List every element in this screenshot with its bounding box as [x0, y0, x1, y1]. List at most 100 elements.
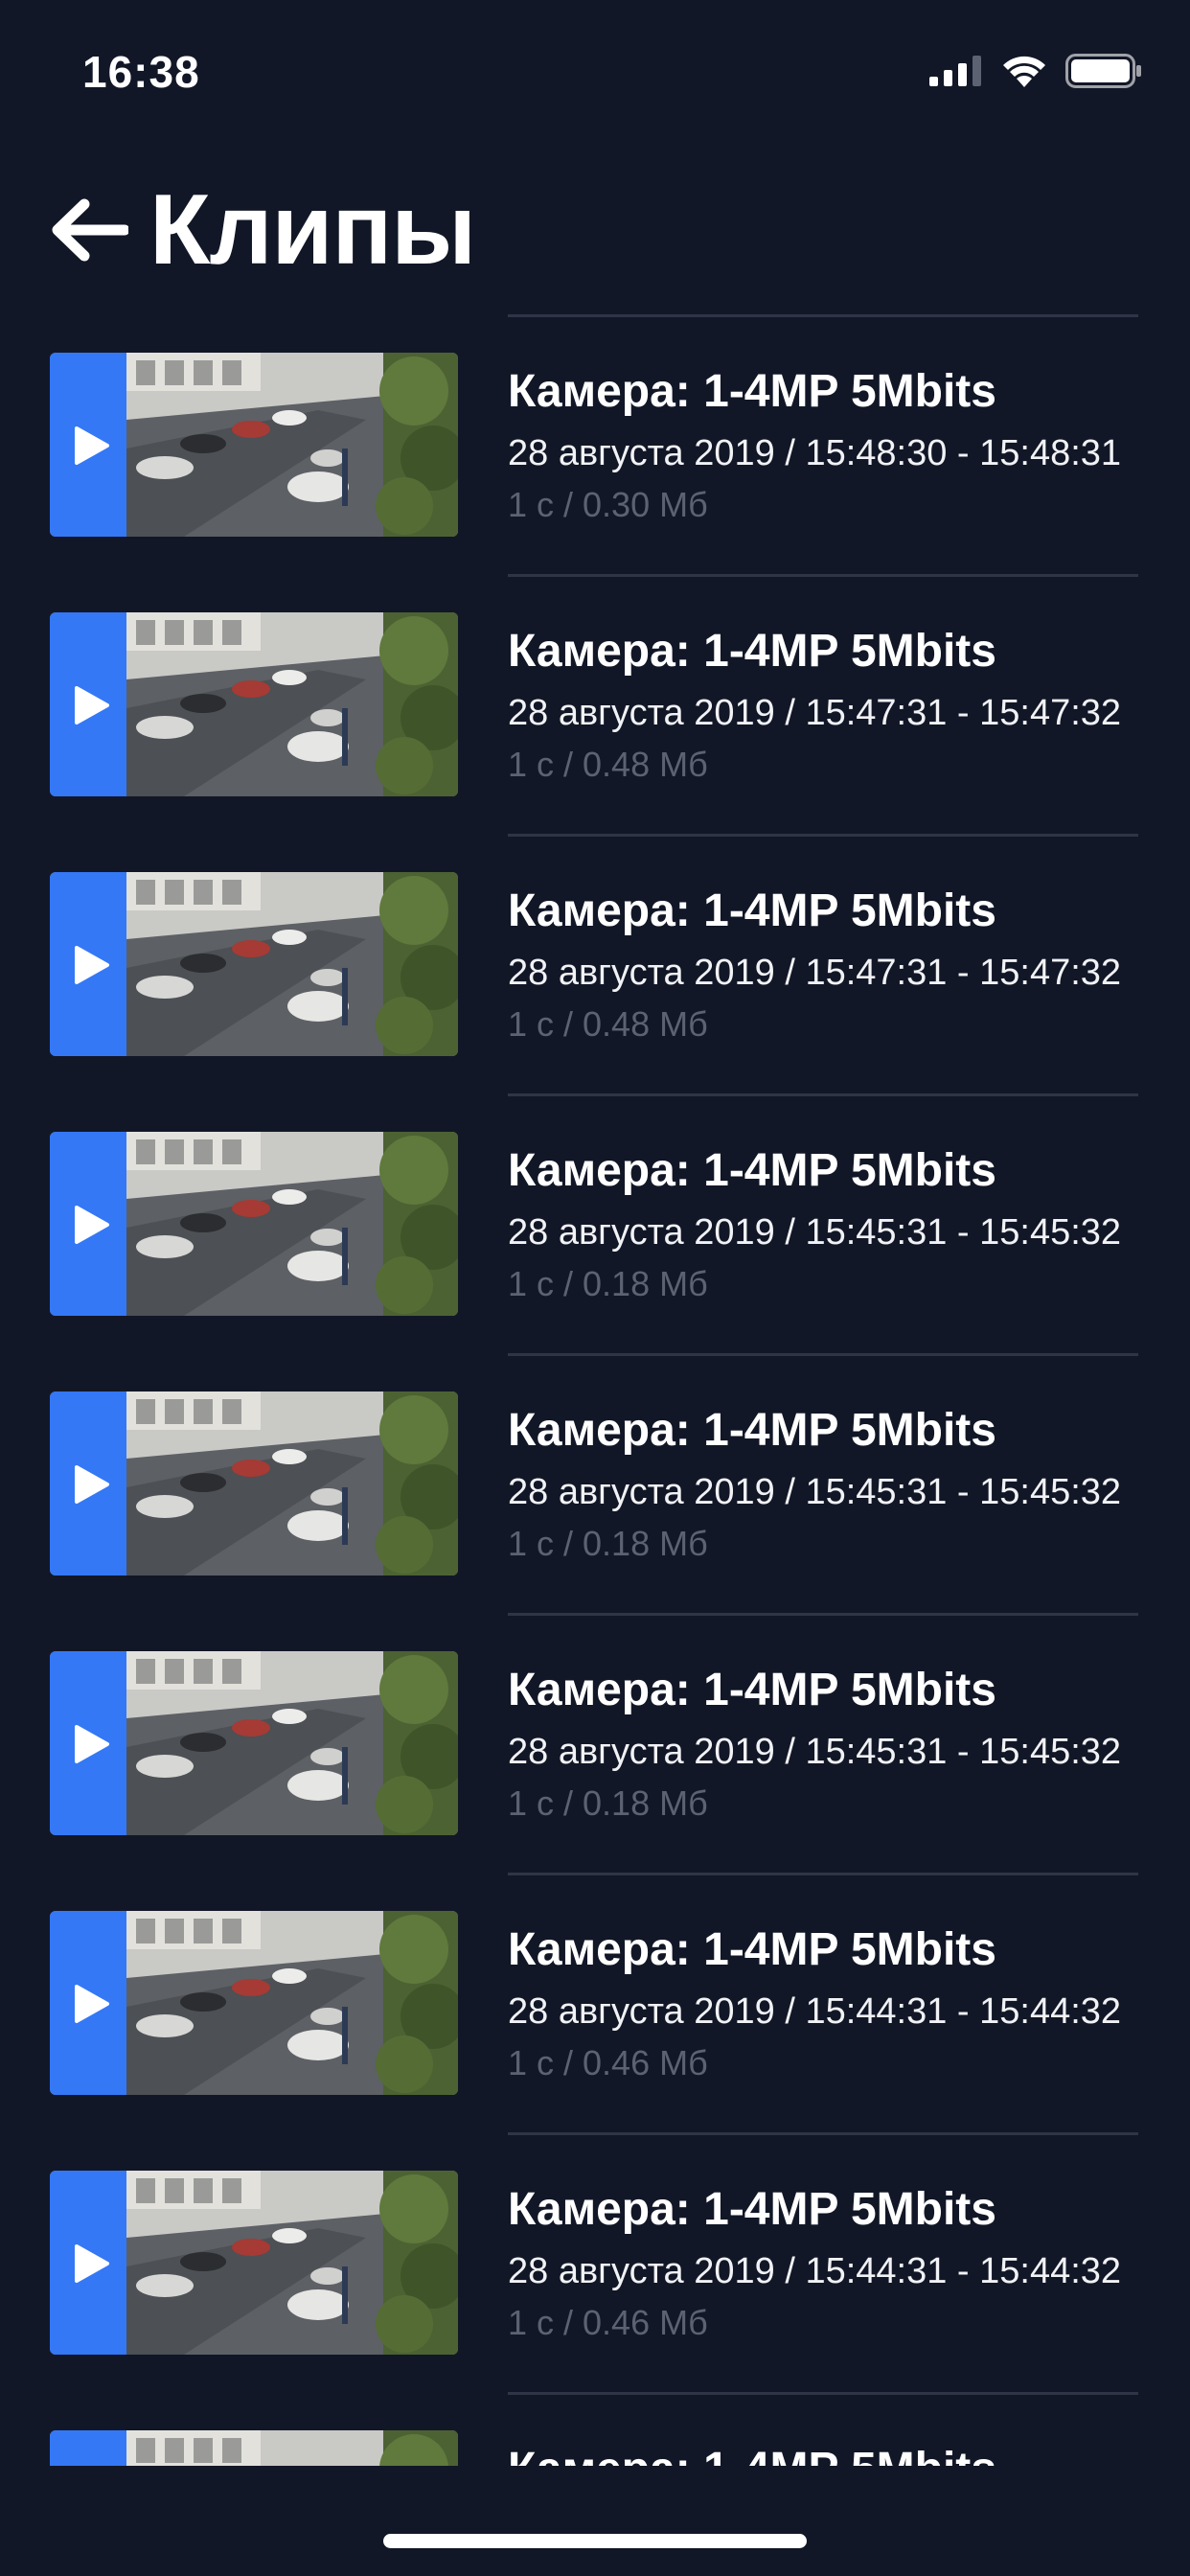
clip-row[interactable]: Камера: 1-4MP 5Mbits 28 августа 2019 / 1… — [0, 1873, 1190, 2132]
camera-snapshot — [126, 353, 458, 537]
clip-row[interactable]: Камера: 1-4MP 5Mbits — [0, 2392, 1190, 2466]
clip-list[interactable]: Камера: 1-4MP 5Mbits 28 августа 2019 / 1… — [0, 314, 1190, 2466]
camera-snapshot — [126, 1911, 458, 2095]
row-divider — [508, 1093, 1138, 1096]
play-icon — [75, 2244, 109, 2283]
clip-camera-name: Камера: 1-4MP 5Mbits — [508, 2184, 996, 2235]
clip-camera-name: Камера: 1-4MP 5Mbits — [508, 1145, 996, 1196]
play-icon — [75, 426, 109, 465]
play-button[interactable] — [50, 612, 126, 796]
camera-snapshot — [126, 1392, 458, 1576]
status-bar: 16:38 — [0, 0, 1190, 144]
play-icon — [75, 1725, 109, 1763]
play-button[interactable] — [50, 872, 126, 1056]
clip-duration-size: 1 с / 0.48 Мб — [508, 745, 708, 784]
clip-duration-size: 1 с / 0.18 Мб — [508, 1783, 708, 1823]
clip-info: Камера: 1-4MP 5Mbits — [508, 2442, 1152, 2466]
clip-datetime: 28 августа 2019 / 15:44:31 - 15:44:32 — [508, 2251, 1122, 2291]
clip-info: Камера: 1-4MP 5Mbits 28 августа 2019 / 1… — [508, 364, 1152, 527]
status-icons — [929, 54, 1142, 88]
row-divider — [508, 1353, 1138, 1356]
clip-camera-name: Камера: 1-4MP 5Mbits — [508, 1924, 996, 1975]
play-button[interactable] — [50, 1651, 126, 1835]
arrow-left-icon — [52, 198, 128, 262]
row-divider — [508, 1613, 1138, 1616]
row-divider — [508, 574, 1138, 577]
row-divider — [508, 2392, 1138, 2395]
wifi-icon — [1003, 56, 1045, 87]
play-icon — [75, 946, 109, 984]
camera-snapshot — [126, 1132, 458, 1316]
clip-row[interactable]: Камера: 1-4MP 5Mbits 28 августа 2019 / 1… — [0, 834, 1190, 1093]
camera-snapshot — [126, 612, 458, 796]
row-divider — [508, 834, 1138, 837]
camera-snapshot — [126, 2171, 458, 2355]
clip-thumbnail[interactable] — [50, 612, 458, 796]
clip-camera-name: Камера: 1-4MP 5Mbits — [508, 2442, 1152, 2466]
play-icon — [75, 686, 109, 724]
play-icon — [75, 1465, 109, 1504]
clip-thumbnail[interactable] — [50, 1392, 458, 1576]
row-divider — [508, 314, 1138, 317]
clip-info: Камера: 1-4MP 5Mbits 28 августа 2019 / 1… — [508, 1143, 1152, 1306]
row-divider — [508, 1873, 1138, 1875]
play-button[interactable] — [50, 1911, 126, 2095]
clip-duration-size: 1 с / 0.18 Мб — [508, 1264, 708, 1303]
clip-thumbnail[interactable] — [50, 1132, 458, 1316]
clip-camera-name: Камера: 1-4MP 5Mbits — [508, 1665, 996, 1715]
clip-datetime: 28 августа 2019 / 15:45:31 - 15:45:32 — [508, 1732, 1122, 1772]
clip-info: Камера: 1-4MP 5Mbits 28 августа 2019 / 1… — [508, 2182, 1152, 2345]
play-button[interactable] — [50, 1132, 126, 1316]
status-time: 16:38 — [82, 47, 200, 97]
back-button[interactable] — [50, 196, 128, 264]
clip-datetime: 28 августа 2019 / 15:44:31 - 15:44:32 — [508, 1991, 1122, 2032]
play-icon — [75, 1985, 109, 2023]
clip-duration-size: 1 с / 0.18 Мб — [508, 1524, 708, 1563]
clip-duration-size: 1 с / 0.48 Мб — [508, 1004, 708, 1044]
play-icon — [75, 1206, 109, 1244]
camera-snapshot — [126, 1651, 458, 1835]
clip-camera-name: Камера: 1-4MP 5Mbits — [508, 626, 996, 677]
clip-datetime: 28 августа 2019 / 15:45:31 - 15:45:32 — [508, 1472, 1122, 1512]
clip-row[interactable]: Камера: 1-4MP 5Mbits 28 августа 2019 / 1… — [0, 1093, 1190, 1353]
clip-thumbnail[interactable] — [50, 2171, 458, 2355]
clip-duration-size: 1 с / 0.30 Мб — [508, 485, 708, 524]
camera-snapshot — [126, 872, 458, 1056]
row-divider — [508, 2132, 1138, 2135]
clip-row[interactable]: Камера: 1-4MP 5Mbits 28 августа 2019 / 1… — [0, 2132, 1190, 2392]
page-title: Клипы — [149, 173, 476, 286]
clip-info: Камера: 1-4MP 5Mbits 28 августа 2019 / 1… — [508, 884, 1152, 1046]
clip-info: Камера: 1-4MP 5Mbits 28 августа 2019 / 1… — [508, 624, 1152, 787]
bottom-area — [0, 2466, 1190, 2576]
clip-info: Камера: 1-4MP 5Mbits 28 августа 2019 / 1… — [508, 1663, 1152, 1826]
play-button[interactable] — [50, 353, 126, 537]
clip-thumbnail[interactable] — [50, 1651, 458, 1835]
home-indicator[interactable] — [383, 2534, 807, 2548]
clip-thumbnail[interactable] — [50, 1911, 458, 2095]
clip-info: Камера: 1-4MP 5Mbits 28 августа 2019 / 1… — [508, 1403, 1152, 1566]
battery-icon — [1065, 54, 1141, 88]
clip-camera-name: Камера: 1-4MP 5Mbits — [508, 366, 996, 417]
play-button[interactable] — [50, 2171, 126, 2355]
clip-thumbnail[interactable] — [50, 872, 458, 1056]
clip-info: Камера: 1-4MP 5Mbits 28 августа 2019 / 1… — [508, 1922, 1152, 2085]
clip-datetime: 28 августа 2019 / 15:45:31 - 15:45:32 — [508, 1212, 1122, 1253]
clip-datetime: 28 августа 2019 / 15:47:31 - 15:47:32 — [508, 953, 1122, 993]
play-button[interactable] — [50, 1392, 126, 1576]
clip-thumbnail[interactable] — [50, 353, 458, 537]
play-button[interactable] — [50, 2430, 126, 2466]
clip-row[interactable]: Камера: 1-4MP 5Mbits 28 августа 2019 / 1… — [0, 314, 1190, 574]
nav-header: Клипы — [50, 174, 476, 286]
clip-datetime: 28 августа 2019 / 15:47:31 - 15:47:32 — [508, 693, 1122, 733]
clip-row[interactable]: Камера: 1-4MP 5Mbits 28 августа 2019 / 1… — [0, 1353, 1190, 1613]
clip-thumbnail[interactable] — [50, 2430, 458, 2466]
cellular-signal-icon — [929, 56, 981, 86]
clip-row[interactable]: Камера: 1-4MP 5Mbits 28 августа 2019 / 1… — [0, 1613, 1190, 1873]
clip-camera-name: Камера: 1-4MP 5Mbits — [508, 1405, 996, 1456]
clip-duration-size: 1 с / 0.46 Мб — [508, 2043, 708, 2082]
clip-row[interactable]: Камера: 1-4MP 5Mbits 28 августа 2019 / 1… — [0, 574, 1190, 834]
camera-snapshot — [126, 2430, 458, 2466]
clip-camera-name: Камера: 1-4MP 5Mbits — [508, 886, 996, 936]
clip-datetime: 28 августа 2019 / 15:48:30 - 15:48:31 — [508, 433, 1122, 473]
clip-duration-size: 1 с / 0.46 Мб — [508, 2303, 708, 2342]
